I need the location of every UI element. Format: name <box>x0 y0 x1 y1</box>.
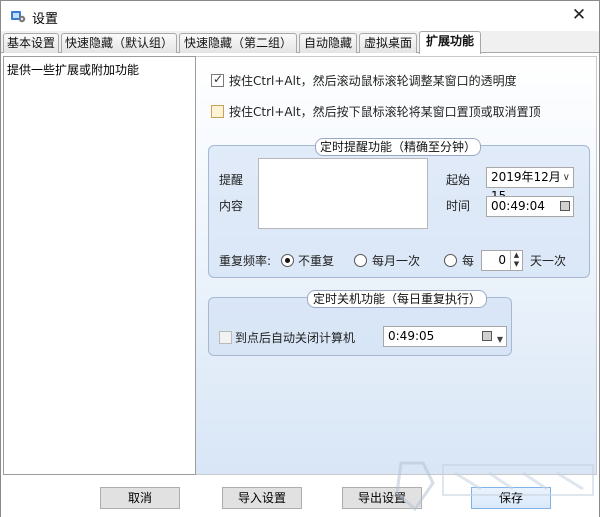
every-n-days-input[interactable]: 0 ▲ ▼ <box>481 250 523 271</box>
tab-virtual-desktop[interactable]: 虚拟桌面 <box>359 33 417 53</box>
reminder-content-label-2: 内容 <box>219 199 244 213</box>
calendar-icon[interactable] <box>482 331 492 341</box>
topmost-wheel-checkbox[interactable] <box>211 105 224 118</box>
topmost-wheel-label: 按住Ctrl+Alt，然后按下鼠标滚轮将某窗口置顶或取消置顶 <box>229 105 541 119</box>
reminder-content-label-1: 提醒 <box>219 173 244 187</box>
chevron-down-icon[interactable]: ∨ <box>563 168 570 187</box>
cancel-button-label: 取消 <box>127 491 152 505</box>
tab-strip: 基本设置 快速隐藏（默认组） 快速隐藏（第二组） 自动隐藏 虚拟桌面 扩展功能 <box>1 31 599 54</box>
start-date-picker[interactable]: 2019年12月15 ∨ <box>486 167 574 203</box>
start-time-value: 00:49:04 <box>491 199 545 213</box>
every-n-days-value: 0 <box>498 253 506 267</box>
tab-basic-settings[interactable]: 基本设置 <box>3 33 59 53</box>
close-icon: ✕ <box>571 5 587 25</box>
calendar-icon[interactable] <box>560 201 570 211</box>
tab-label: 扩展功能 <box>425 34 474 48</box>
tab-label: 基本设置 <box>6 36 55 50</box>
repeat-every-radio[interactable] <box>444 254 457 267</box>
tab-label: 虚拟桌面 <box>363 36 412 50</box>
tab-label: 自动隐藏 <box>303 36 352 50</box>
shutdown-time-picker[interactable]: 0:49:05 ▼ <box>383 326 507 347</box>
cancel-button[interactable]: 取消 <box>100 487 180 509</box>
tab-content: 提供一些扩展或附加功能 按住Ctrl+Alt，然后滚动鼠标滚轮调整某窗口的透明度… <box>1 53 599 517</box>
tab-auto-hide[interactable]: 自动隐藏 <box>299 33 357 53</box>
repeat-every-label: 每 <box>462 254 475 268</box>
shutdown-group: 定时关机功能（每日重复执行） 到点后自动关闭计算机 0:49:05 ▼ <box>208 290 512 356</box>
tab-quick-hide-default[interactable]: 快速隐藏（默认组） <box>61 33 177 53</box>
reminder-group-title: 定时提醒功能（精确至分钟） <box>315 138 481 156</box>
start-time-picker[interactable]: 00:49:04 <box>486 196 574 217</box>
import-settings-button[interactable]: 导入设置 <box>222 487 302 509</box>
opacity-scroll-label: 按住Ctrl+Alt，然后滚动鼠标滚轮调整某窗口的透明度 <box>229 74 517 88</box>
repeat-none-radio[interactable] <box>281 254 294 267</box>
spin-arrows-icon[interactable]: ▲ ▼ <box>510 251 522 270</box>
every-n-days-suffix: 天一次 <box>530 254 567 268</box>
opacity-scroll-checkbox[interactable] <box>211 72 224 87</box>
close-button[interactable]: ✕ <box>559 1 599 30</box>
shutdown-time-value: 0:49:05 <box>388 329 435 343</box>
repeat-monthly-label: 每月一次 <box>372 254 421 268</box>
settings-app-icon <box>11 11 26 23</box>
import-button-label: 导入设置 <box>237 491 286 505</box>
reminder-content-input[interactable] <box>258 158 428 229</box>
window-title: 设置 <box>32 12 59 27</box>
tab-extensions[interactable]: 扩展功能 <box>419 31 481 54</box>
chevron-down-icon[interactable]: ▼ <box>497 330 503 349</box>
title-bar: 设置 ✕ <box>1 1 599 31</box>
repeat-monthly-radio[interactable] <box>354 254 367 267</box>
shutdown-group-title: 定时关机功能（每日重复执行） <box>307 290 487 308</box>
start-label: 起始 <box>446 173 471 187</box>
options-pane: 按住Ctrl+Alt，然后滚动鼠标滚轮调整某窗口的透明度 按住Ctrl+Alt，… <box>196 56 597 475</box>
tab-quick-hide-second[interactable]: 快速隐藏（第二组） <box>179 33 297 53</box>
auto-shutdown-checkbox[interactable] <box>219 331 232 344</box>
tab-label: 快速隐藏（第二组） <box>183 36 292 50</box>
repeat-frequency-label: 重复频率: <box>219 254 272 268</box>
description-pane: 提供一些扩展或附加功能 <box>3 56 196 475</box>
repeat-none-label: 不重复 <box>298 254 335 268</box>
settings-window: 设置 ✕ 基本设置 快速隐藏（默认组） 快速隐藏（第二组） 自动隐藏 虚拟桌面 … <box>0 0 600 517</box>
auto-shutdown-label: 到点后自动关闭计算机 <box>235 331 356 345</box>
watermark-logo <box>395 461 594 512</box>
description-text: 提供一些扩展或附加功能 <box>7 63 140 77</box>
time-label: 时间 <box>446 199 471 213</box>
reminder-group: 定时提醒功能（精确至分钟） 提醒 内容 起始 时间 2019年12月15 ∨ 0… <box>208 138 590 278</box>
tab-label: 快速隐藏（默认组） <box>64 36 173 50</box>
